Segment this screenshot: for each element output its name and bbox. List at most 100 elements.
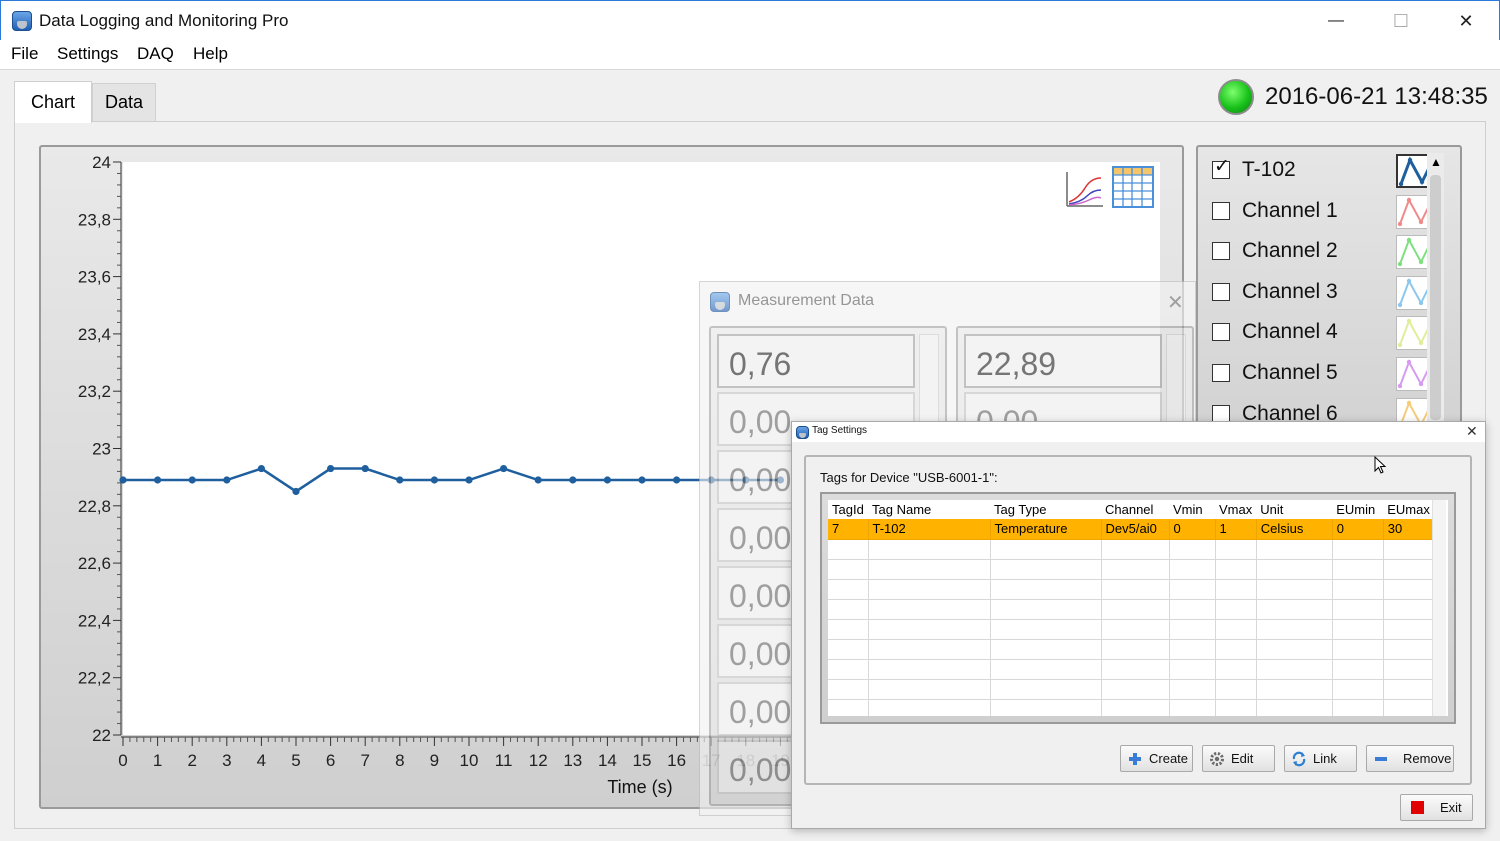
- table-cell[interactable]: [868, 599, 991, 620]
- table-cell[interactable]: [990, 599, 1102, 620]
- remove-button[interactable]: Remove: [1366, 745, 1454, 772]
- table-cell[interactable]: [1169, 679, 1216, 700]
- channel-checkbox[interactable]: ✓: [1212, 157, 1230, 179]
- table-cell[interactable]: [868, 699, 991, 716]
- table-cell[interactable]: [868, 659, 991, 680]
- table-cell[interactable]: [990, 699, 1102, 716]
- tag-settings-close-icon[interactable]: ✕: [1466, 423, 1478, 440]
- table-cell[interactable]: [828, 699, 869, 716]
- legend-channel-row[interactable]: Channel 5: [1212, 357, 1436, 391]
- table-cell[interactable]: [1256, 559, 1333, 580]
- graph-palette-icon[interactable]: [1063, 168, 1105, 210]
- column-header[interactable]: Tag Type: [990, 500, 1101, 519]
- table-cell[interactable]: [1256, 539, 1333, 560]
- table-cell[interactable]: Celsius: [1256, 519, 1333, 540]
- table-cell[interactable]: [1101, 599, 1170, 620]
- link-button[interactable]: Link: [1284, 745, 1357, 772]
- channel-checkbox[interactable]: [1212, 282, 1230, 301]
- table-cell[interactable]: [1215, 599, 1257, 620]
- edit-button[interactable]: Edit: [1202, 745, 1275, 772]
- menu-file[interactable]: File: [11, 44, 38, 64]
- table-cell[interactable]: [1256, 659, 1333, 680]
- table-row-empty[interactable]: [828, 599, 1436, 620]
- table-view-icon[interactable]: [1112, 166, 1154, 208]
- table-row-empty[interactable]: [828, 699, 1436, 716]
- column-header[interactable]: EUmax: [1383, 500, 1436, 519]
- table-cell[interactable]: [1169, 539, 1216, 560]
- exit-button[interactable]: Exit: [1400, 794, 1473, 821]
- table-row[interactable]: 7 T-102 Temperature Dev5/ai0 0 1 Celsius 0 30: [828, 519, 1436, 540]
- table-cell[interactable]: [1169, 579, 1216, 600]
- table-cell[interactable]: [1383, 579, 1436, 600]
- table-cell[interactable]: [868, 559, 991, 580]
- table-cell[interactable]: [1256, 619, 1333, 640]
- table-row-empty[interactable]: [828, 639, 1436, 660]
- channel-checkbox[interactable]: [1212, 404, 1230, 423]
- table-cell[interactable]: [868, 679, 991, 700]
- table-cell[interactable]: [1383, 639, 1436, 660]
- table-cell[interactable]: [990, 659, 1102, 680]
- table-cell[interactable]: Dev5/ai0: [1101, 519, 1170, 540]
- table-cell[interactable]: [990, 559, 1102, 580]
- table-cell[interactable]: T-102: [868, 519, 991, 540]
- menu-help[interactable]: Help: [193, 44, 228, 64]
- channel-checkbox[interactable]: [1212, 201, 1230, 220]
- table-cell[interactable]: [1169, 699, 1216, 716]
- legend-channel-row[interactable]: ✓ T-102: [1212, 154, 1436, 188]
- table-row-empty[interactable]: [828, 539, 1436, 560]
- minimize-button[interactable]: —: [1304, 1, 1368, 41]
- table-cell[interactable]: [1215, 619, 1257, 640]
- legend-channel-row[interactable]: Channel 3: [1212, 275, 1436, 310]
- table-cell[interactable]: [1169, 599, 1216, 620]
- table-cell[interactable]: [1101, 539, 1170, 560]
- scroll-thumb[interactable]: [1430, 175, 1441, 420]
- table-cell[interactable]: [1101, 699, 1170, 716]
- table-cell[interactable]: 1: [1215, 519, 1257, 540]
- table-cell[interactable]: [1332, 679, 1384, 700]
- table-cell[interactable]: [1332, 639, 1384, 660]
- menu-daq[interactable]: DAQ: [137, 44, 174, 64]
- scroll-up-icon[interactable]: ▲: [1430, 155, 1442, 169]
- table-cell[interactable]: [828, 639, 869, 660]
- measurement-close-icon[interactable]: ✕: [1167, 290, 1184, 315]
- table-cell[interactable]: [868, 639, 991, 660]
- table-cell[interactable]: [1332, 699, 1384, 716]
- table-cell[interactable]: [868, 619, 991, 640]
- table-cell[interactable]: [1256, 639, 1333, 660]
- table-cell[interactable]: [828, 539, 869, 560]
- table-cell[interactable]: [1383, 659, 1436, 680]
- table-scrollbar[interactable]: [1432, 500, 1446, 716]
- column-header[interactable]: Vmax: [1215, 500, 1257, 519]
- column-header[interactable]: Tag Name: [868, 500, 990, 519]
- table-cell[interactable]: [1101, 619, 1170, 640]
- table-cell[interactable]: 30: [1383, 519, 1436, 540]
- create-button[interactable]: Create: [1120, 745, 1193, 772]
- channel-checkbox[interactable]: [1212, 242, 1230, 261]
- table-cell[interactable]: [868, 539, 991, 560]
- maximize-button[interactable]: ☐: [1369, 1, 1433, 41]
- table-cell[interactable]: [1256, 679, 1333, 700]
- table-cell[interactable]: [1256, 699, 1333, 716]
- table-cell[interactable]: [1215, 639, 1257, 660]
- table-cell[interactable]: [1383, 699, 1436, 716]
- table-cell[interactable]: [990, 619, 1102, 640]
- table-cell[interactable]: [828, 679, 869, 700]
- table-cell[interactable]: [868, 579, 991, 600]
- menu-settings[interactable]: Settings: [57, 44, 118, 64]
- table-cell[interactable]: [1215, 539, 1257, 560]
- table-cell[interactable]: [990, 679, 1102, 700]
- table-row-empty[interactable]: [828, 559, 1436, 580]
- table-cell[interactable]: [990, 639, 1102, 660]
- table-cell[interactable]: [1215, 559, 1257, 580]
- legend-channel-row[interactable]: Channel 4: [1212, 316, 1436, 351]
- table-cell[interactable]: [1383, 539, 1436, 560]
- table-cell[interactable]: [1332, 559, 1384, 580]
- legend-scrollbar[interactable]: ▲: [1427, 153, 1444, 423]
- table-cell[interactable]: [1332, 659, 1384, 680]
- table-cell[interactable]: [1332, 599, 1384, 620]
- table-cell[interactable]: [1332, 539, 1384, 560]
- channel-checkbox[interactable]: [1212, 323, 1230, 342]
- legend-channel-row[interactable]: Channel 2: [1212, 235, 1436, 270]
- table-cell[interactable]: [1169, 559, 1216, 580]
- table-cell[interactable]: [1383, 679, 1436, 700]
